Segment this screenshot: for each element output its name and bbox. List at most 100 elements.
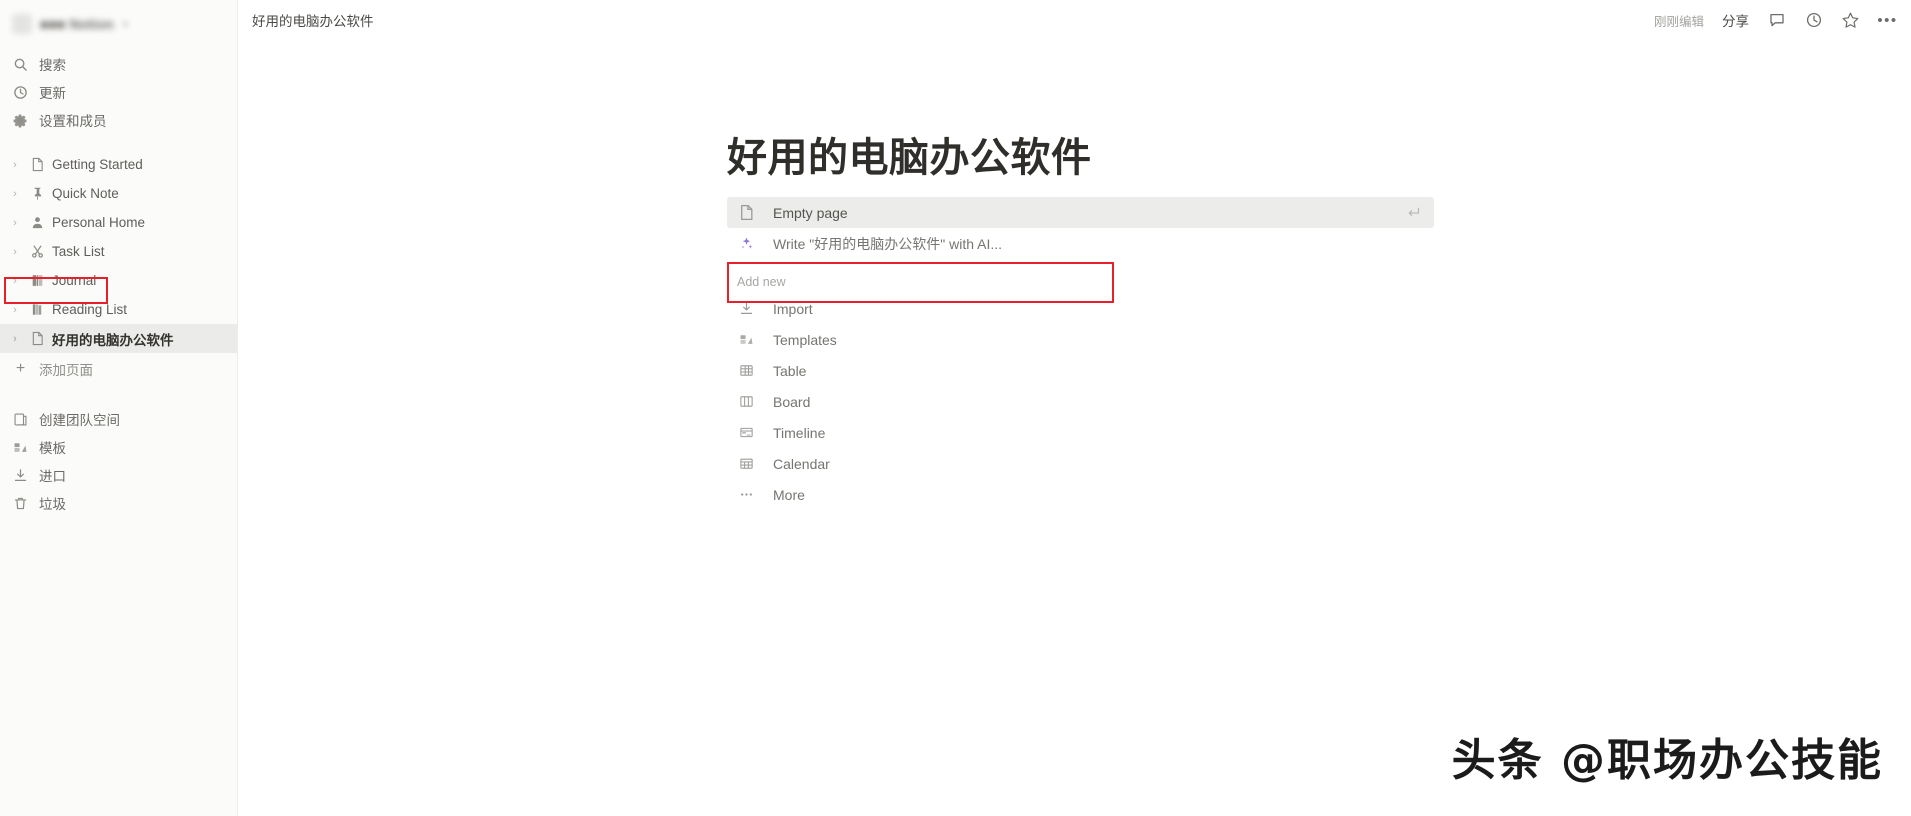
add-page-label: 添加页面 [39,363,93,378]
sidebar-page-getting-started[interactable]: › Getting Started [0,150,237,179]
sidebar-page-label: Personal Home [52,215,146,230]
document-icon [28,331,46,346]
sidebar-page-selected[interactable]: › 好用的电脑办公软件 [0,324,237,353]
add-new-label: Templates [773,331,837,348]
watermark: 头条 @职场办公技能 [1451,735,1883,786]
add-new-calendar[interactable]: Calendar [727,448,1434,479]
add-new-label: Import [773,300,813,317]
breadcrumb[interactable]: 好用的电脑办公软件 [252,10,374,30]
workspace-switcher[interactable]: ■■■ Notion ∨ [0,6,237,42]
sidebar-item-create-teamspace[interactable]: 创建团队空间 [0,405,237,433]
empty-page-option[interactable]: Empty page [727,197,1434,228]
add-new-table[interactable]: Table [727,355,1434,386]
add-page-container: + 添加页面 [0,355,237,383]
sidebar-item-search[interactable]: 搜索 [0,50,237,78]
sidebar-page-label: Journal [52,273,97,288]
chevron-right-icon[interactable]: › [8,159,22,171]
top-bar-actions: 刚刚编辑 分享 ••• [1654,10,1897,30]
top-bar: 好用的电脑办公软件 刚刚编辑 分享 ••• [238,0,1911,40]
more-icon[interactable]: ••• [1877,11,1898,30]
history-icon[interactable] [1804,11,1823,30]
ellipsis-icon [737,487,755,502]
sidebar-item-label: 创建团队空间 [39,413,120,428]
page-content: 好用的电脑办公软件 Empty page Write "好用的电脑办公软件" w… [238,40,1911,510]
add-new-timeline[interactable]: Timeline [727,417,1434,448]
new-page-options: Empty page Write "好用的电脑办公软件" with AI... … [727,197,1434,510]
chevron-right-icon[interactable]: › [8,304,22,316]
sidebar-nav-group: 搜索 更新 设置和成员 [0,50,237,134]
sidebar-item-settings-members[interactable]: 设置和成员 [0,106,237,134]
gear-icon [12,112,29,129]
add-new-label: Timeline [773,424,826,441]
add-new-section-label: Add new [737,275,786,289]
pin-icon [28,186,46,201]
enter-return-icon [1407,206,1420,219]
sidebar-page-quick-note[interactable]: › Quick Note [0,179,237,208]
star-icon[interactable] [1841,11,1860,30]
person-icon [28,215,46,230]
share-button[interactable]: 分享 [1722,10,1749,30]
search-icon [12,56,29,73]
sidebar-page-journal[interactable]: › Journal [0,266,237,295]
comment-icon[interactable] [1767,11,1786,30]
sidebar-item-templates[interactable]: 模板 [0,433,237,461]
ai-write-row[interactable]: Write "好用的电脑办公软件" with AI... [727,228,1434,259]
sidebar-page-label: Task List [52,244,105,259]
empty-page-label: Empty page [773,204,848,221]
sidebar-item-trash[interactable]: 垃圾 [0,489,237,517]
calendar-icon [737,456,755,471]
chevron-right-icon[interactable]: › [8,275,22,287]
sidebar-item-label: 垃圾 [39,497,66,512]
book-icon [28,273,46,288]
add-new-label: Board [773,393,811,410]
templates-icon [737,332,755,347]
sidebar-item-label: 进口 [39,469,66,484]
ai-write-container: Write "好用的电脑办公软件" with AI... [727,228,1434,303]
clock-icon [12,84,29,101]
workspace-avatar [12,14,32,34]
plus-icon: + [15,360,26,377]
add-page-button[interactable]: + 添加页面 [12,355,225,383]
sidebar-page-label: 好用的电脑办公软件 [52,332,174,348]
workspace-name: ■■■ Notion [40,16,114,32]
trash-icon [12,495,29,512]
chevron-right-icon[interactable]: › [8,333,22,345]
templates-icon [12,439,29,456]
sidebar-item-label: 设置和成员 [39,114,107,129]
sidebar-bottom-group: 创建团队空间 模板 进口 垃圾 [0,405,237,517]
add-new-import[interactable]: Import [727,293,1434,324]
chevron-right-icon[interactable]: › [8,217,22,229]
add-new-templates[interactable]: Templates [727,324,1434,355]
scissors-icon [28,244,46,259]
chevron-right-icon[interactable]: › [8,246,22,258]
main-area: 好用的电脑办公软件 刚刚编辑 分享 ••• 好用的电脑办公软件 Empty pa… [238,0,1911,816]
import-icon [737,301,755,316]
document-icon [737,204,755,221]
page-title[interactable]: 好用的电脑办公软件 [727,125,1911,183]
add-new-label: More [773,486,805,503]
sidebar-item-label: 模板 [39,441,66,456]
sidebar-item-updates[interactable]: 更新 [0,78,237,106]
board-icon [737,394,755,409]
notion-app-window: ■■■ Notion ∨ 搜索 更新 设置和成员 › Getting Start… [0,0,1911,816]
chevron-down-icon: ∨ [121,18,129,30]
sidebar-item-label: 更新 [39,86,66,101]
books-icon [28,302,46,317]
ai-sparkle-icon [737,236,755,251]
sidebar-item-label: 搜索 [39,58,66,73]
ellipsis-glyph: ••• [1877,11,1898,29]
ai-write-label: Write "好用的电脑办公软件" with AI... [773,235,1003,252]
add-new-more[interactable]: More [727,479,1434,510]
sidebar-item-import[interactable]: 进口 [0,461,237,489]
sidebar-page-personal-home[interactable]: › Personal Home [0,208,237,237]
sidebar: ■■■ Notion ∨ 搜索 更新 设置和成员 › Getting Start… [0,0,238,816]
sidebar-page-label: Reading List [52,302,128,317]
chevron-right-icon[interactable]: › [8,188,22,200]
add-new-label: Calendar [773,455,830,472]
sidebar-page-task-list[interactable]: › Task List [0,237,237,266]
add-new-label: Table [773,362,807,379]
add-new-board[interactable]: Board [727,386,1434,417]
sidebar-page-label: Quick Note [52,186,119,201]
sidebar-page-label: Getting Started [52,157,143,172]
sidebar-page-reading-list[interactable]: › Reading List [0,295,237,324]
